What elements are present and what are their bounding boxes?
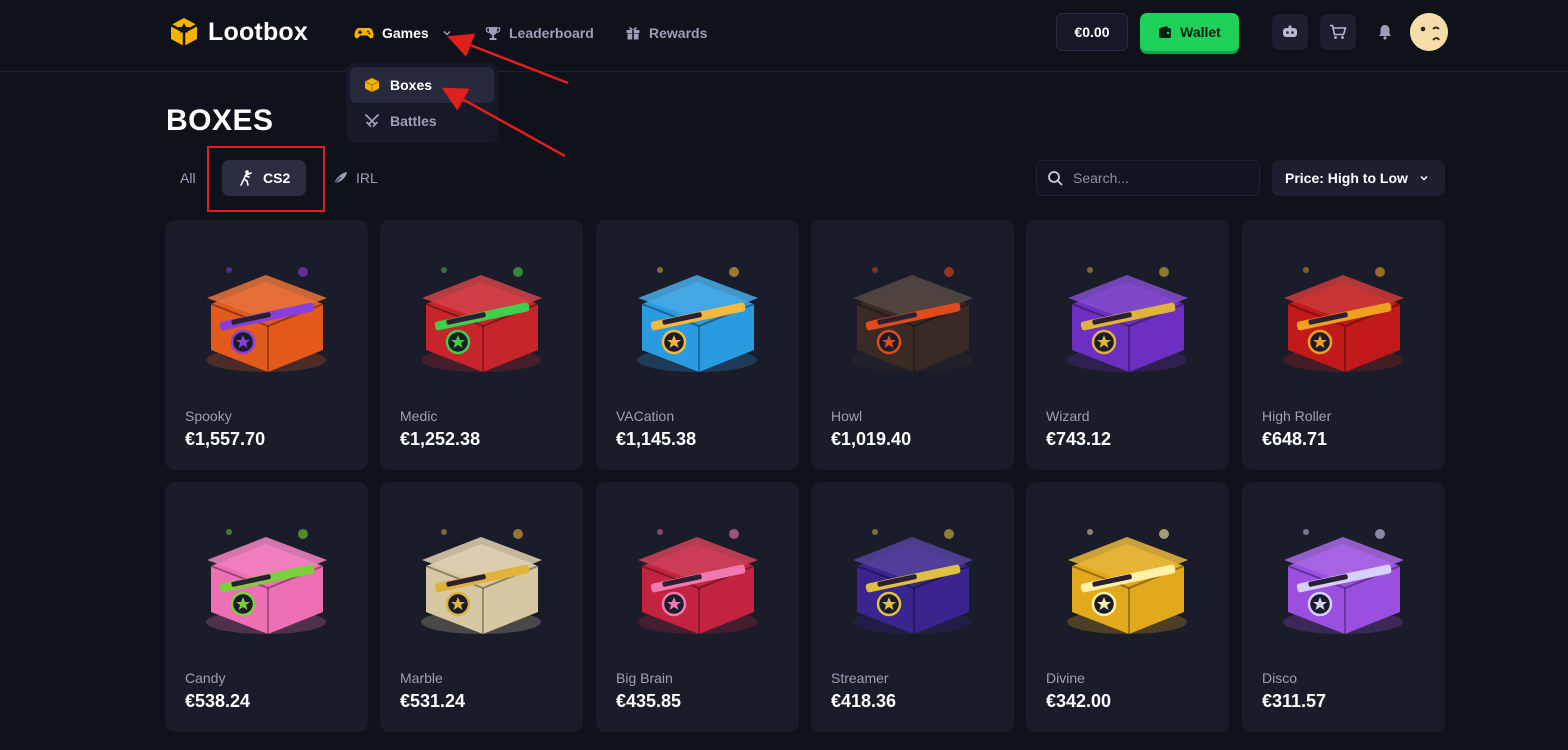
menu-item-battles-label: Battles [390, 113, 437, 129]
box-price: €1,019.40 [831, 429, 912, 449]
annotation-highlight-box [207, 146, 325, 212]
wallet-button[interactable]: Wallet [1140, 13, 1239, 51]
box-card[interactable]: High Roller €648.71 [1242, 220, 1445, 470]
wallet-button-label: Wallet [1180, 24, 1221, 40]
brand-logo[interactable]: Lootbox [168, 16, 308, 48]
box-price: €1,145.38 [616, 429, 697, 449]
box-image [206, 267, 327, 372]
crossed-swords-icon [365, 114, 379, 127]
filter-irl[interactable]: IRL [332, 160, 378, 196]
box-price: €743.12 [1046, 429, 1112, 449]
menu-item-battles[interactable]: Battles [350, 103, 494, 139]
box-card[interactable]: Big Brain €435.85 [596, 482, 799, 732]
box-name: Medic [400, 408, 438, 424]
box-card[interactable]: Streamer €418.36 [811, 482, 1014, 732]
box-price: €435.85 [616, 691, 682, 711]
cart-button[interactable] [1320, 14, 1356, 50]
box-price: €311.57 [1262, 691, 1327, 711]
balance-display[interactable]: €0.00 [1056, 13, 1128, 51]
box-name: Wizard [1046, 408, 1090, 424]
gift-icon [626, 27, 640, 40]
gamepad-icon [354, 28, 374, 39]
box-name: Spooky [185, 408, 232, 424]
box-card[interactable]: Candy €538.24 [165, 482, 368, 732]
sort-dropdown-label: Price: High to Low [1285, 170, 1408, 186]
page-title: BOXES [166, 104, 274, 137]
menu-item-boxes-label: Boxes [390, 77, 433, 93]
box-image [1067, 529, 1188, 634]
chevron-down-icon [1420, 175, 1428, 181]
box-price: €418.36 [831, 691, 897, 711]
trophy-icon [485, 27, 501, 40]
box-card[interactable]: Spooky €1,557.70 [165, 220, 368, 470]
search-icon [1048, 171, 1063, 186]
box-image [852, 267, 973, 372]
box-name: Disco [1262, 670, 1298, 686]
box-card[interactable]: Divine €342.00 [1026, 482, 1229, 732]
filter-all-label: All [180, 170, 196, 186]
nav-games[interactable]: Games [354, 22, 453, 44]
box-card[interactable]: Marble €531.24 [380, 482, 583, 732]
box-image [1283, 529, 1404, 634]
box-image [1283, 267, 1404, 372]
feather-icon [333, 172, 347, 185]
box-price: €1,252.38 [400, 429, 481, 449]
nav-leaderboard-label: Leaderboard [509, 25, 594, 41]
top-navigation-bar: Lootbox Games Leaderboard Rewards €0.00 … [0, 0, 1568, 72]
box-image [1067, 267, 1188, 372]
nav-rewards-label: Rewards [649, 25, 708, 41]
box-name: Marble [400, 670, 443, 686]
box-card[interactable]: Wizard €743.12 [1026, 220, 1229, 470]
box-icon [364, 78, 380, 92]
box-price: €648.71 [1262, 429, 1328, 449]
box-name: High Roller [1262, 408, 1332, 424]
filter-irl-label: IRL [356, 170, 378, 186]
support-chat-icon [1283, 25, 1297, 37]
nav-rewards[interactable]: Rewards [625, 22, 707, 44]
wallet-icon [1159, 26, 1172, 38]
box-price: €531.24 [400, 691, 466, 711]
chevron-down-icon [443, 30, 451, 36]
support-button[interactable] [1272, 14, 1308, 50]
box-image [421, 267, 542, 372]
box-card[interactable]: Medic €1,252.38 [380, 220, 583, 470]
box-card[interactable]: Howl €1,019.40 [811, 220, 1014, 470]
games-dropdown-menu: Boxes Battles [346, 63, 498, 143]
box-price: €538.24 [185, 691, 251, 711]
box-image [637, 267, 758, 372]
box-name: Divine [1046, 670, 1085, 686]
box-name: Streamer [831, 670, 889, 686]
box-image [637, 529, 758, 634]
nav-games-label: Games [382, 25, 429, 41]
lootbox-logo-icon [170, 18, 198, 46]
filter-all[interactable]: All [180, 160, 196, 196]
brand-name: Lootbox [208, 17, 308, 46]
nav-leaderboard[interactable]: Leaderboard [485, 22, 594, 44]
box-image [206, 529, 327, 634]
box-price: €1,557.70 [185, 429, 266, 449]
box-name: VACation [616, 408, 675, 424]
box-name: Candy [185, 670, 226, 686]
box-image [421, 529, 542, 634]
search-box[interactable] [1036, 160, 1260, 196]
notifications-bell-icon[interactable] [1375, 22, 1395, 42]
box-image [852, 529, 973, 634]
box-price: €342.00 [1046, 691, 1112, 711]
box-card[interactable]: VACation €1,145.38 [596, 220, 799, 470]
menu-item-boxes[interactable]: Boxes [350, 67, 494, 103]
avatar-face-icon [1410, 13, 1448, 51]
box-name: Big Brain [616, 670, 673, 686]
user-avatar[interactable] [1410, 13, 1448, 51]
sort-dropdown[interactable]: Price: High to Low [1272, 160, 1445, 196]
cart-icon [1330, 24, 1347, 39]
box-card[interactable]: Disco €311.57 [1242, 482, 1445, 732]
search-input[interactable] [1073, 170, 1243, 186]
box-name: Howl [831, 408, 863, 424]
